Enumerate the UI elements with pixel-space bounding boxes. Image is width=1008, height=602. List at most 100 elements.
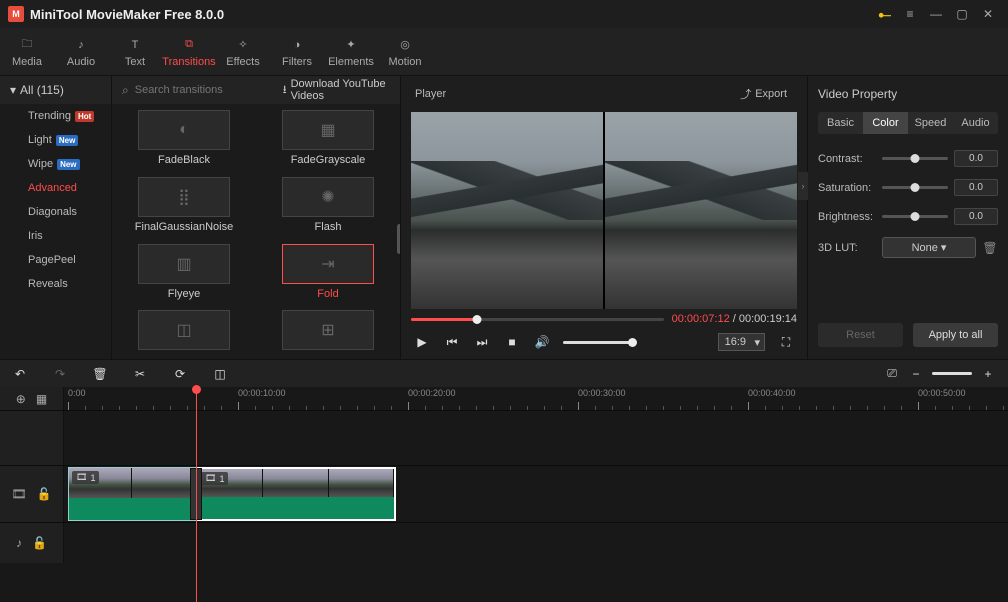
category-advanced[interactable]: Advanced <box>0 176 111 200</box>
prev-frame-button[interactable]: ⏮ <box>443 333 461 351</box>
prop-tab-audio[interactable]: Audio <box>953 112 998 134</box>
category-list: ▾ All (115) TrendingHot LightNew WipeNew… <box>0 76 112 359</box>
cat-label: Diagonals <box>28 206 77 218</box>
category-iris[interactable]: Iris <box>0 224 111 248</box>
split-button[interactable]: ✂ <box>132 366 148 382</box>
lut-row: 3D LUT: None ▾ 🗑 <box>808 231 1008 264</box>
transition-fadeblack[interactable]: ◐FadeBlack <box>122 110 246 169</box>
tab-filters[interactable]: ◑Filters <box>270 28 324 75</box>
collapse-property-button[interactable]: › <box>798 172 808 200</box>
tab-label: Effects <box>226 56 259 68</box>
video-track[interactable]: 🎞 🔓 🎞1 🎞1 <box>0 465 1008 523</box>
transition-extra-1[interactable]: ◫ <box>122 310 246 353</box>
stop-button[interactable]: ■ <box>503 333 521 351</box>
apply-all-button[interactable]: Apply to all <box>913 323 998 347</box>
tab-elements[interactable]: ✦ Elements <box>324 28 378 75</box>
reset-button[interactable]: Reset <box>818 323 903 347</box>
video-clip-2[interactable]: 🎞1 <box>196 467 396 521</box>
clip-transition-marker[interactable] <box>190 468 202 520</box>
minimize-icon[interactable]: — <box>924 2 948 26</box>
brightness-slider[interactable] <box>882 215 948 218</box>
transition-extra-2[interactable]: ⊞ <box>266 310 390 353</box>
search-input[interactable] <box>135 84 277 96</box>
delete-button[interactable]: 🗑 <box>92 366 108 382</box>
category-pagepeel[interactable]: PagePeel <box>0 248 111 272</box>
badge-new: New <box>56 135 78 146</box>
maximize-icon[interactable]: ▢ <box>950 2 974 26</box>
transition-thumb: ◐ <box>138 110 230 150</box>
contrast-slider[interactable] <box>882 157 948 160</box>
license-key-icon[interactable] <box>872 2 896 26</box>
transition-thumb: ✺ <box>282 177 374 217</box>
category-reveals[interactable]: Reveals <box>0 272 111 296</box>
delete-lut-button[interactable]: 🗑 <box>982 240 998 256</box>
volume-slider[interactable] <box>563 341 633 344</box>
track-options-button[interactable]: ▦ <box>36 392 47 406</box>
timeline: ⊕ ▦ 0:0000:00:10:0000:00:20:0000:00:30:0… <box>0 387 1008 602</box>
zoom-in-button[interactable]: + <box>980 366 996 382</box>
elements-icon: ✦ <box>342 36 360 54</box>
export-button[interactable]: ⤴ Export <box>734 82 793 106</box>
saturation-value[interactable]: 0.0 <box>954 179 998 196</box>
prop-tab-speed[interactable]: Speed <box>908 112 953 134</box>
category-light[interactable]: LightNew <box>0 128 111 152</box>
category-diagonals[interactable]: Diagonals <box>0 200 111 224</box>
tab-label: Media <box>12 56 42 68</box>
close-icon[interactable]: ✕ <box>976 2 1000 26</box>
download-youtube-link[interactable]: ⭳ Download YouTube Videos <box>283 78 390 102</box>
video-clip-1[interactable]: 🎞1 <box>68 467 196 521</box>
timeline-ruler[interactable]: ⊕ ▦ 0:0000:00:10:0000:00:20:0000:00:30:0… <box>0 387 1008 411</box>
play-button[interactable]: ▶ <box>413 333 431 351</box>
brightness-value[interactable]: 0.0 <box>954 208 998 225</box>
scrollbar[interactable] <box>397 224 400 254</box>
tab-effects[interactable]: ✧Effects <box>216 28 270 75</box>
add-track-button[interactable]: ⊕ <box>16 392 26 406</box>
overlay-track[interactable] <box>0 411 1008 465</box>
tab-media[interactable]: 🗀Media <box>0 28 54 75</box>
tab-audio[interactable]: ♪Audio <box>54 28 108 75</box>
progress-handle[interactable] <box>472 315 481 324</box>
timeline-zoom: ⎚ − + <box>884 366 996 382</box>
category-all[interactable]: ▾ All (115) <box>0 76 111 104</box>
transition-thumb: ▥ <box>138 244 230 284</box>
transition-finalgaussiannoise[interactable]: ⣿FinalGaussianNoise <box>122 177 246 236</box>
progress-bar[interactable]: 00:00:07:12 / 00:00:19:14 <box>411 313 797 325</box>
preview-viewport[interactable] <box>411 112 797 309</box>
audio-track-icon: ♪ <box>16 536 22 550</box>
transition-fadegrayscale[interactable]: ▦FadeGrayscale <box>266 110 390 169</box>
tab-text[interactable]: TText <box>108 28 162 75</box>
volume-icon[interactable]: 🔊 <box>533 333 551 351</box>
category-wipe[interactable]: WipeNew <box>0 152 111 176</box>
preview-right <box>605 112 797 309</box>
lock-audio-track-button[interactable]: 🔓 <box>32 536 47 550</box>
fit-zoom-icon[interactable]: ⎚ <box>884 366 900 382</box>
transition-flyeye[interactable]: ▥Flyeye <box>122 244 246 303</box>
lut-select[interactable]: None ▾ <box>882 237 976 258</box>
tab-motion[interactable]: ◎Motion <box>378 28 432 75</box>
prop-tab-color[interactable]: Color <box>863 112 908 134</box>
tab-transitions[interactable]: ⧉Transitions <box>162 28 216 75</box>
lock-track-button[interactable]: 🔓 <box>37 487 52 501</box>
audio-track[interactable]: ♪ 🔓 <box>0 523 1008 563</box>
brightness-row: Brightness: 0.0 <box>808 202 1008 231</box>
zoom-slider[interactable] <box>932 372 972 375</box>
prop-tab-basic[interactable]: Basic <box>818 112 863 134</box>
menu-icon[interactable]: ≡ <box>898 2 922 26</box>
saturation-slider[interactable] <box>882 186 948 189</box>
fullscreen-button[interactable]: ⛶ <box>777 333 795 351</box>
crop-button[interactable]: ◫ <box>212 366 228 382</box>
aspect-select[interactable]: 16:9 <box>718 333 765 351</box>
undo-button[interactable]: ↶ <box>12 366 28 382</box>
property-panel: › Video Property Basic Color Speed Audio… <box>808 76 1008 359</box>
transition-flash[interactable]: ✺Flash <box>266 177 390 236</box>
redo-button[interactable]: ↷ <box>52 366 68 382</box>
tab-label: Elements <box>328 56 374 68</box>
speed-button[interactable]: ⟳ <box>172 366 188 382</box>
contrast-row: Contrast: 0.0 <box>808 144 1008 173</box>
contrast-value[interactable]: 0.0 <box>954 150 998 167</box>
category-trending[interactable]: TrendingHot <box>0 104 111 128</box>
preview-title: Player <box>415 88 446 100</box>
next-frame-button[interactable]: ⏭ <box>473 333 491 351</box>
transition-fold[interactable]: ⇥Fold <box>266 244 390 303</box>
zoom-out-button[interactable]: − <box>908 366 924 382</box>
